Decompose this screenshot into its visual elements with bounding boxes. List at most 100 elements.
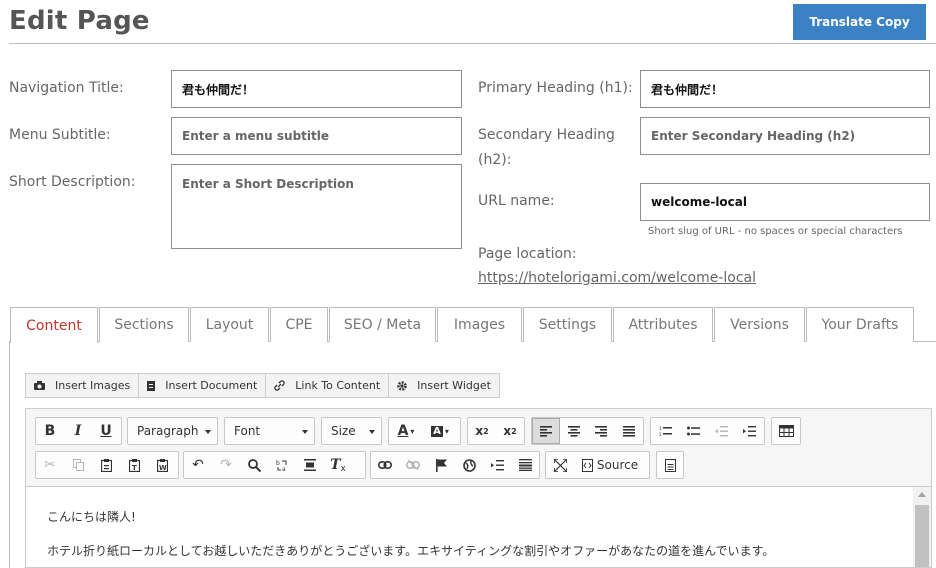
tab-seo-meta[interactable]: SEO / Meta xyxy=(329,307,436,342)
table-group xyxy=(771,417,801,445)
menu-subtitle-input[interactable]: Enter a menu subtitle xyxy=(171,117,462,155)
anchor-flag-icon[interactable] xyxy=(427,452,455,478)
template-group xyxy=(656,451,684,479)
underline-icon[interactable]: U xyxy=(92,418,120,444)
subscript-icon[interactable]: x2 xyxy=(468,418,496,444)
insert-document-button[interactable]: Insert Document xyxy=(139,374,267,397)
svg-text:W: W xyxy=(159,464,167,472)
replace-icon[interactable]: ba xyxy=(268,452,296,478)
indent-icon[interactable] xyxy=(735,418,763,444)
list-group: 12 xyxy=(650,417,765,445)
bold-icon[interactable]: B xyxy=(36,418,64,444)
editor-scrollbar[interactable] xyxy=(913,487,931,567)
clipboard-group: ✂ T W xyxy=(35,451,179,479)
copy-icon[interactable] xyxy=(64,452,92,478)
unlink-icon[interactable] xyxy=(399,452,427,478)
redo-icon[interactable]: ↷ xyxy=(212,452,240,478)
insert-toolbar: Insert Images Insert Document Link To Co… xyxy=(25,373,500,398)
short-description-textarea[interactable]: Enter a Short Description xyxy=(171,164,462,249)
nav-title-input[interactable]: 君も仲間だ！ xyxy=(171,70,462,108)
svg-text:a: a xyxy=(282,466,286,472)
page-location-link[interactable]: https://hotelorigami.com/welcome-local xyxy=(478,270,756,286)
link-to-content-button[interactable]: Link To Content xyxy=(266,374,390,397)
svg-text:b: b xyxy=(276,460,280,467)
align-group xyxy=(531,417,644,445)
align-left-icon[interactable] xyxy=(532,418,560,444)
align-center-icon[interactable] xyxy=(560,418,588,444)
primary-heading-input[interactable]: 君も仲間だ！ xyxy=(640,70,930,108)
tab-bar: Content Sections Layout CPE SEO / Meta I… xyxy=(9,307,936,343)
tab-cpe[interactable]: CPE xyxy=(270,307,328,342)
color-group: A ▾ A ▾ xyxy=(388,417,461,445)
document-icon xyxy=(147,380,156,391)
font-select-value: Font xyxy=(234,424,261,438)
insert-widget-label: Insert Widget xyxy=(417,379,491,392)
cut-icon[interactable]: ✂ xyxy=(36,452,64,478)
panel-border xyxy=(9,342,10,568)
size-select[interactable]: Size xyxy=(321,417,382,445)
background-color-icon[interactable]: A ▾ xyxy=(423,418,457,444)
scroll-up-arrow-icon[interactable] xyxy=(918,492,926,497)
insert-widget-button[interactable]: Insert Widget xyxy=(389,374,499,397)
insert-images-label: Insert Images xyxy=(55,379,131,392)
insert-group xyxy=(370,451,540,479)
source-label: Source xyxy=(596,458,639,472)
chevron-down-icon xyxy=(302,430,308,434)
url-name-input[interactable]: welcome-local xyxy=(640,183,930,221)
camera-icon xyxy=(34,381,45,390)
tab-content[interactable]: Content xyxy=(10,307,98,343)
remove-format-icon[interactable]: Tx xyxy=(324,452,352,478)
globe-icon[interactable] xyxy=(455,452,483,478)
scrollbar-thumb[interactable] xyxy=(915,505,929,567)
url-name-label: URL name: xyxy=(478,193,555,209)
superscript-icon[interactable]: x2 xyxy=(496,418,524,444)
content-paragraph: こんにちは隣人! xyxy=(47,510,136,524)
insert-line-icon[interactable] xyxy=(483,452,511,478)
templates-icon[interactable] xyxy=(657,452,683,478)
rich-text-editor: B I U Paragraph Font Size A ▾ A ▾ x2 x2 12 xyxy=(25,408,932,568)
find-icon[interactable] xyxy=(240,452,268,478)
format-select[interactable]: Paragraph xyxy=(127,417,218,445)
translate-copy-button[interactable]: Translate Copy xyxy=(793,4,926,40)
align-right-icon[interactable] xyxy=(588,418,616,444)
insert-images-button[interactable]: Insert Images xyxy=(26,374,140,397)
tab-your-drafts[interactable]: Your Drafts xyxy=(806,307,914,342)
menu-subtitle-label: Menu Subtitle: xyxy=(9,127,111,143)
source-button[interactable]: Source xyxy=(574,452,646,478)
secondary-heading-input[interactable]: Enter Secondary Heading (h2) xyxy=(640,117,930,155)
paste-word-icon[interactable]: W xyxy=(148,452,176,478)
italic-icon[interactable]: I xyxy=(64,418,92,444)
tab-sections[interactable]: Sections xyxy=(99,307,189,342)
paste-text-icon[interactable]: T xyxy=(120,452,148,478)
font-select[interactable]: Font xyxy=(224,417,315,445)
primary-heading-label: Primary Heading (h1): xyxy=(478,80,633,96)
horizontal-rule-icon[interactable] xyxy=(511,452,539,478)
paste-icon[interactable] xyxy=(92,452,120,478)
edit-group: ↶ ↷ ba Tx xyxy=(183,451,366,479)
outdent-icon[interactable] xyxy=(707,418,735,444)
page-location-label: Page location: xyxy=(478,246,577,262)
link-icon[interactable] xyxy=(371,452,399,478)
editor-content-area[interactable]: こんにちは隣人! ホテル折り紙ローカルとしてお越しいただきありがとうございます。… xyxy=(26,487,913,567)
justify-icon[interactable] xyxy=(615,418,643,444)
page-title: Edit Page xyxy=(9,6,150,36)
tab-attributes[interactable]: Attributes xyxy=(613,307,713,342)
tab-versions[interactable]: Versions xyxy=(714,307,805,342)
tab-settings[interactable]: Settings xyxy=(523,307,612,342)
select-all-icon[interactable] xyxy=(296,452,324,478)
bulleted-list-icon[interactable] xyxy=(679,418,707,444)
text-color-icon[interactable]: A ▾ xyxy=(389,418,423,444)
url-name-hint: Short slug of URL - no spaces or special… xyxy=(648,226,903,237)
maximize-icon[interactable] xyxy=(546,452,574,478)
link-icon xyxy=(274,380,285,391)
tab-images[interactable]: Images xyxy=(437,307,522,342)
undo-icon[interactable]: ↶ xyxy=(184,452,212,478)
format-select-value: Paragraph xyxy=(137,424,199,438)
chevron-down-icon xyxy=(205,430,211,434)
secondary-heading-label-suffix: (h2): xyxy=(478,152,512,168)
tab-layout[interactable]: Layout xyxy=(190,307,269,342)
numbered-list-icon[interactable]: 12 xyxy=(651,418,679,444)
svg-text:2: 2 xyxy=(659,432,662,437)
size-select-value: Size xyxy=(331,424,356,438)
table-icon[interactable] xyxy=(772,418,800,444)
